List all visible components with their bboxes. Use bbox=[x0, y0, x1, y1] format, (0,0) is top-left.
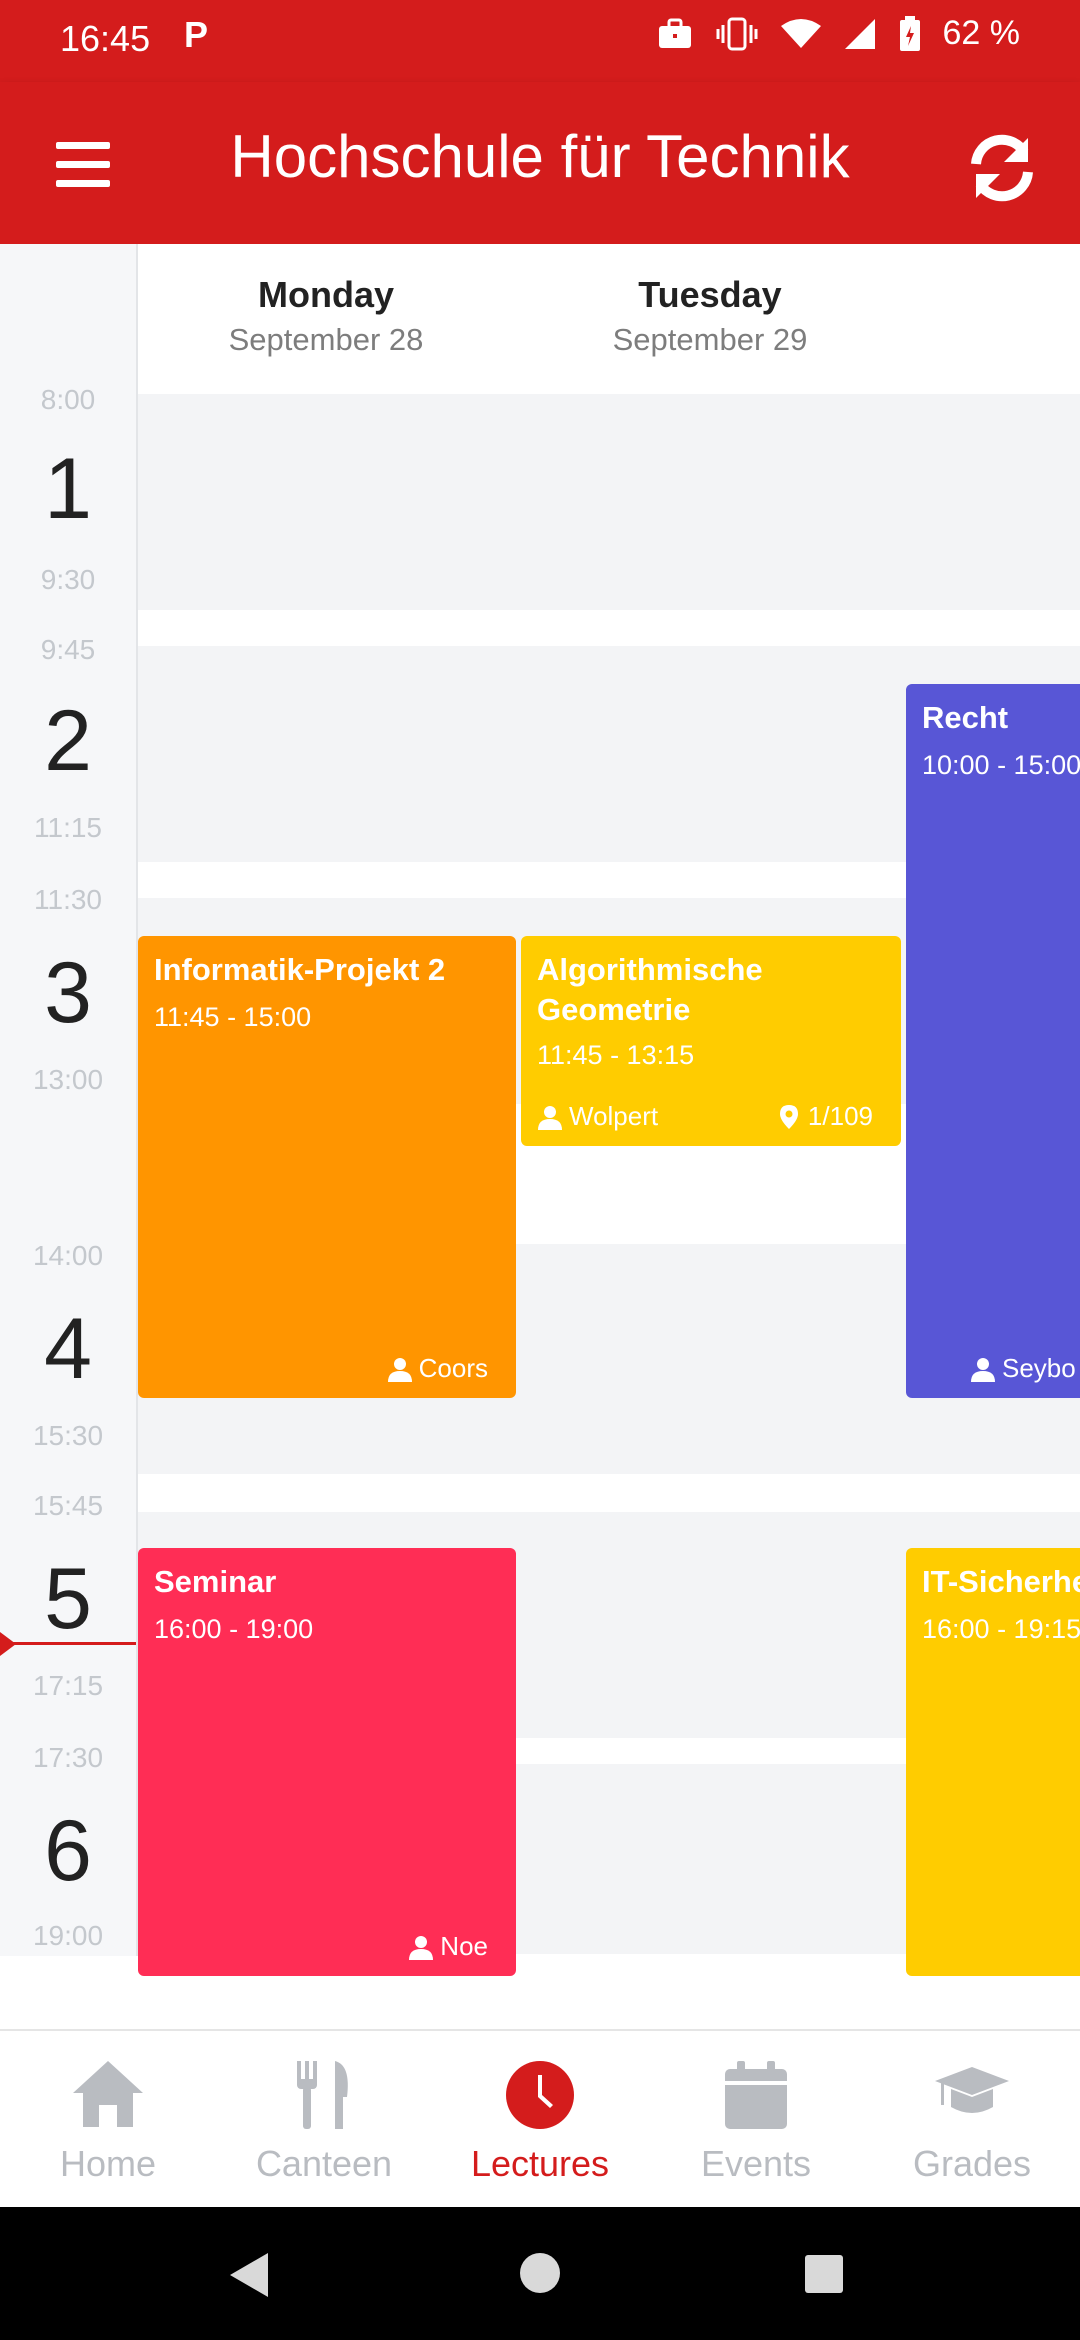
event-title: Recht bbox=[922, 700, 1009, 735]
nav-item-home[interactable]: Home bbox=[8, 2031, 208, 2185]
slot-number: 5 bbox=[44, 1551, 92, 1647]
event-title-line2: Geometrie bbox=[537, 992, 691, 1027]
slot-start-time: 9:45 bbox=[40, 634, 96, 665]
slot-end-time: 17:15 bbox=[32, 1670, 104, 1701]
nav-label: Events bbox=[700, 2143, 812, 2184]
battery-icon bbox=[899, 15, 920, 51]
person-icon bbox=[387, 1357, 412, 1382]
lecturer-name: Noe bbox=[440, 1931, 488, 1961]
slot-start-time: 14:00 bbox=[32, 1240, 104, 1271]
lecturer-name: Coors bbox=[418, 1353, 488, 1383]
nav-label: Lectures bbox=[470, 2143, 610, 2184]
event-title-line1: Algorithmische bbox=[537, 952, 763, 987]
vibrate-icon bbox=[716, 17, 757, 50]
event-lecturer: Seybo bbox=[970, 1353, 1076, 1384]
nav-label: Grades bbox=[912, 2143, 1032, 2184]
slot-end-time: 15:30 bbox=[32, 1420, 104, 1451]
status-time: 16:45 bbox=[60, 18, 151, 59]
wifi-icon bbox=[780, 18, 821, 48]
nav-label: Canteen bbox=[255, 2143, 393, 2184]
slot-end-time: 19:00 bbox=[32, 1920, 104, 1951]
home-button-icon[interactable] bbox=[520, 2253, 560, 2293]
room-number: 1/109 bbox=[807, 1101, 873, 1131]
nav-item-events[interactable]: Events bbox=[656, 2031, 856, 2185]
app-bar: Hochschule für Technik bbox=[0, 82, 1080, 244]
event-title: Seminar bbox=[154, 1564, 277, 1599]
slot-number: 1 bbox=[44, 441, 92, 537]
event-room: 1/109 bbox=[776, 1101, 873, 1132]
event-time: 16:00 - 19:15 bbox=[922, 1614, 1080, 1644]
event-title: Informatik-Projekt 2 bbox=[154, 952, 446, 987]
lecturer-name: Wolpert bbox=[569, 1101, 659, 1131]
event-time: 16:00 - 19:00 bbox=[154, 1614, 314, 1644]
system-navigation-bar bbox=[0, 2207, 1080, 2340]
bottom-navigation: Home Canteen Lectures Events Grades bbox=[0, 2029, 1080, 2209]
slot-number: 2 bbox=[44, 693, 92, 789]
slot-number: 4 bbox=[44, 1301, 92, 1397]
back-icon[interactable] bbox=[230, 2253, 268, 2297]
calendar-icon bbox=[725, 2061, 787, 2129]
event-time: 11:45 - 15:00 bbox=[154, 1002, 312, 1032]
event-card[interactable]: Algorithmische Geometrie 11:45 - 13:15 W… bbox=[521, 936, 901, 1146]
event-time: 10:00 - 15:00 bbox=[922, 750, 1080, 780]
location-pin-icon bbox=[779, 1104, 798, 1129]
day-name: Tuesday bbox=[638, 274, 782, 315]
graduation-cap-icon bbox=[935, 2067, 1009, 2113]
slot-number: 6 bbox=[44, 1803, 92, 1899]
slot-start-time: 8:00 bbox=[40, 384, 96, 415]
lecturer-name: Seybo bbox=[1002, 1353, 1076, 1383]
slot-start-time: 15:45 bbox=[32, 1490, 104, 1521]
app-title: Hochschule für Technik bbox=[230, 123, 850, 190]
person-icon bbox=[971, 1357, 995, 1382]
day-header-tuesday: Tuesday September 29 bbox=[520, 274, 900, 358]
slot-end-time: 13:00 bbox=[32, 1064, 104, 1095]
nav-item-grades[interactable]: Grades bbox=[872, 2031, 1072, 2185]
day-date: September 28 bbox=[228, 322, 424, 357]
signal-icon bbox=[844, 18, 875, 49]
day-name: Monday bbox=[257, 274, 394, 315]
slot-start-time: 17:30 bbox=[32, 1742, 104, 1773]
slot-number: 3 bbox=[44, 945, 92, 1041]
event-card[interactable]: Recht 10:00 - 15:00 Seybo bbox=[906, 684, 1080, 1398]
slot-start-time: 11:30 bbox=[34, 884, 102, 915]
event-lecturer: Coors bbox=[387, 1353, 488, 1384]
event-title: IT-Sicherhe bbox=[922, 1564, 1080, 1599]
status-icons: 62 % bbox=[657, 14, 1021, 53]
nav-label: Home bbox=[59, 2143, 157, 2184]
clock-icon bbox=[506, 2061, 574, 2129]
event-time: 11:45 - 13:15 bbox=[537, 1040, 695, 1070]
event-lecturer: Noe bbox=[408, 1931, 488, 1962]
timetable[interactable]: Monday September 28 Tuesday September 29… bbox=[0, 244, 1080, 2029]
slot-background bbox=[138, 394, 1080, 610]
refresh-icon[interactable] bbox=[962, 128, 1042, 208]
event-card[interactable]: Seminar 16:00 - 19:00 Noe bbox=[138, 1548, 516, 1976]
slot-end-time: 11:15 bbox=[34, 812, 102, 843]
event-card[interactable]: Informatik-Projekt 2 11:45 - 15:00 Coors bbox=[138, 936, 516, 1398]
person-icon bbox=[538, 1105, 562, 1130]
recent-apps-icon[interactable] bbox=[805, 2255, 843, 2293]
current-time-marker bbox=[0, 1632, 16, 1656]
status-bar: 16:45 P 62 % bbox=[0, 0, 1080, 82]
battery-percent: 62 % bbox=[942, 14, 1021, 52]
parking-indicator: P bbox=[184, 14, 209, 55]
home-icon bbox=[73, 2061, 143, 2127]
nav-item-lectures[interactable]: Lectures bbox=[440, 2031, 640, 2185]
day-date: September 29 bbox=[612, 322, 808, 357]
person-icon bbox=[409, 1935, 434, 1960]
event-lecturer: Wolpert bbox=[537, 1101, 658, 1132]
event-card[interactable]: IT-Sicherhe 16:00 - 19:15 bbox=[906, 1548, 1080, 1976]
current-time-line bbox=[0, 1642, 136, 1645]
cutlery-icon bbox=[297, 2061, 348, 2129]
briefcase-icon bbox=[658, 18, 691, 48]
slot-end-time: 9:30 bbox=[40, 564, 96, 595]
nav-item-canteen[interactable]: Canteen bbox=[224, 2031, 424, 2185]
day-header-monday: Monday September 28 bbox=[136, 274, 516, 358]
